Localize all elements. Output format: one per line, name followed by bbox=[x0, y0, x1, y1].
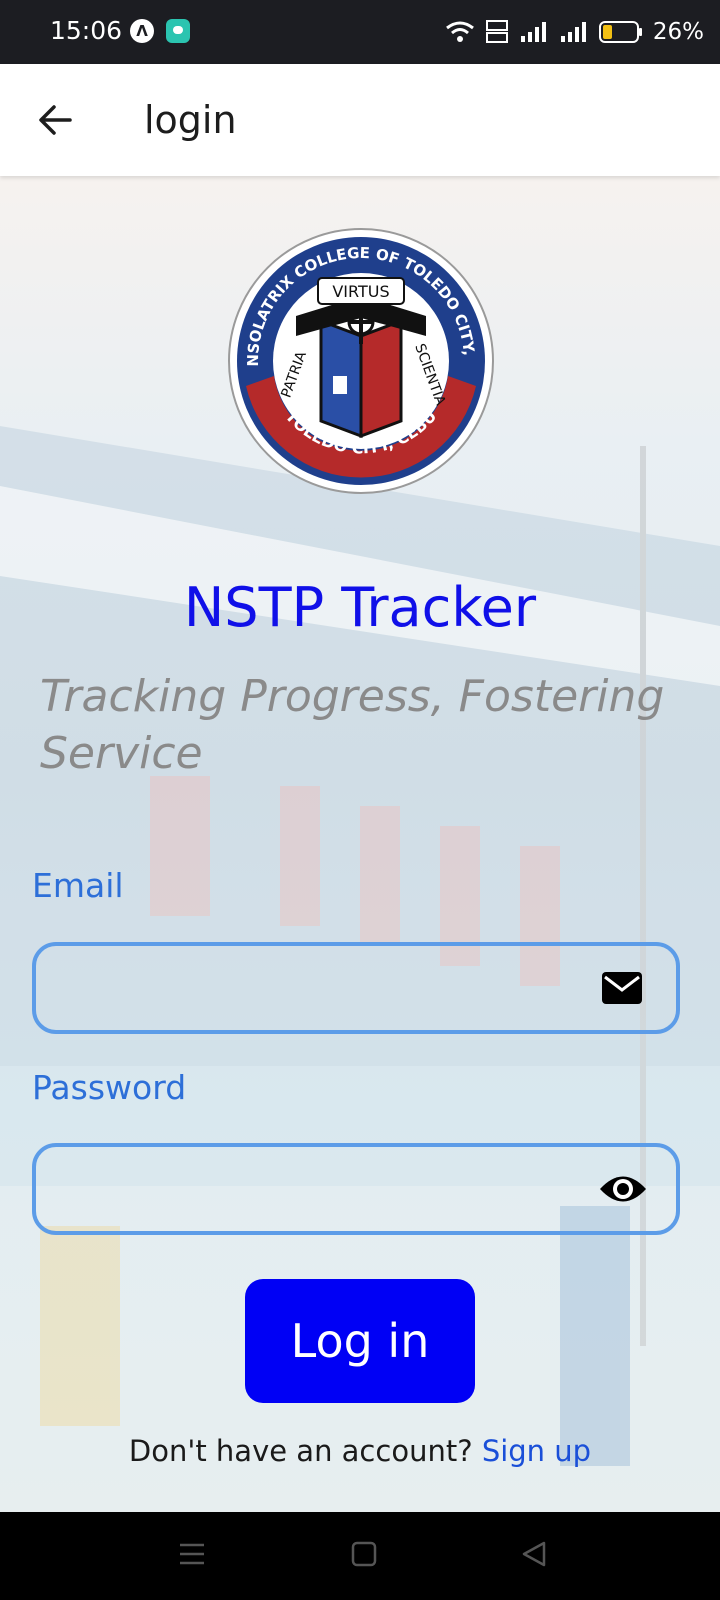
email-field-container bbox=[32, 942, 680, 1034]
app-title: NSTP Tracker bbox=[183, 576, 537, 639]
menu-icon[interactable] bbox=[178, 1540, 206, 1568]
page-title: login bbox=[144, 98, 237, 142]
app-icon-chat bbox=[166, 19, 190, 43]
status-bar: 15:06 Λ 26% bbox=[0, 0, 720, 64]
app-tagline: Tracking Progress, Fostering Service bbox=[40, 671, 665, 779]
signal-icon-2 bbox=[560, 22, 586, 42]
battery-percent: 26% bbox=[652, 19, 704, 45]
password-label: Password bbox=[32, 1068, 187, 1107]
signup-link[interactable]: Sign up bbox=[482, 1434, 591, 1468]
college-seal-logo: VIRTUS PATRIA SCIENTIA CONSOLATRIX COLLE… bbox=[226, 226, 494, 494]
signup-prompt-line: Don't have an account? Sign up bbox=[0, 1434, 720, 1468]
back-triangle-icon[interactable] bbox=[520, 1540, 548, 1568]
battery-icon bbox=[598, 21, 642, 43]
email-field[interactable] bbox=[54, 960, 578, 1018]
signup-prompt: Don't have an account? bbox=[128, 1434, 473, 1468]
status-icons: 26% bbox=[445, 14, 704, 50]
seal-motto-top: VIRTUS bbox=[332, 282, 389, 301]
login-button[interactable]: Log in bbox=[245, 1279, 475, 1403]
volte-icon bbox=[485, 20, 508, 43]
eye-icon[interactable] bbox=[598, 1172, 648, 1206]
email-label: Email bbox=[32, 866, 124, 905]
app-bar: login bbox=[0, 64, 720, 176]
home-square-icon[interactable] bbox=[350, 1540, 378, 1568]
status-time: 15:06 bbox=[50, 16, 123, 45]
password-field[interactable] bbox=[54, 1161, 578, 1219]
envelope-icon bbox=[602, 972, 642, 1004]
password-field-container bbox=[32, 1143, 680, 1235]
app-icon-a: Λ bbox=[130, 19, 154, 43]
wifi-icon bbox=[445, 21, 474, 42]
system-nav-bar bbox=[0, 1512, 720, 1600]
back-arrow-icon[interactable] bbox=[34, 98, 78, 142]
login-content: VIRTUS PATRIA SCIENTIA CONSOLATRIX COLLE… bbox=[0, 176, 720, 1512]
signal-icon bbox=[520, 22, 546, 42]
